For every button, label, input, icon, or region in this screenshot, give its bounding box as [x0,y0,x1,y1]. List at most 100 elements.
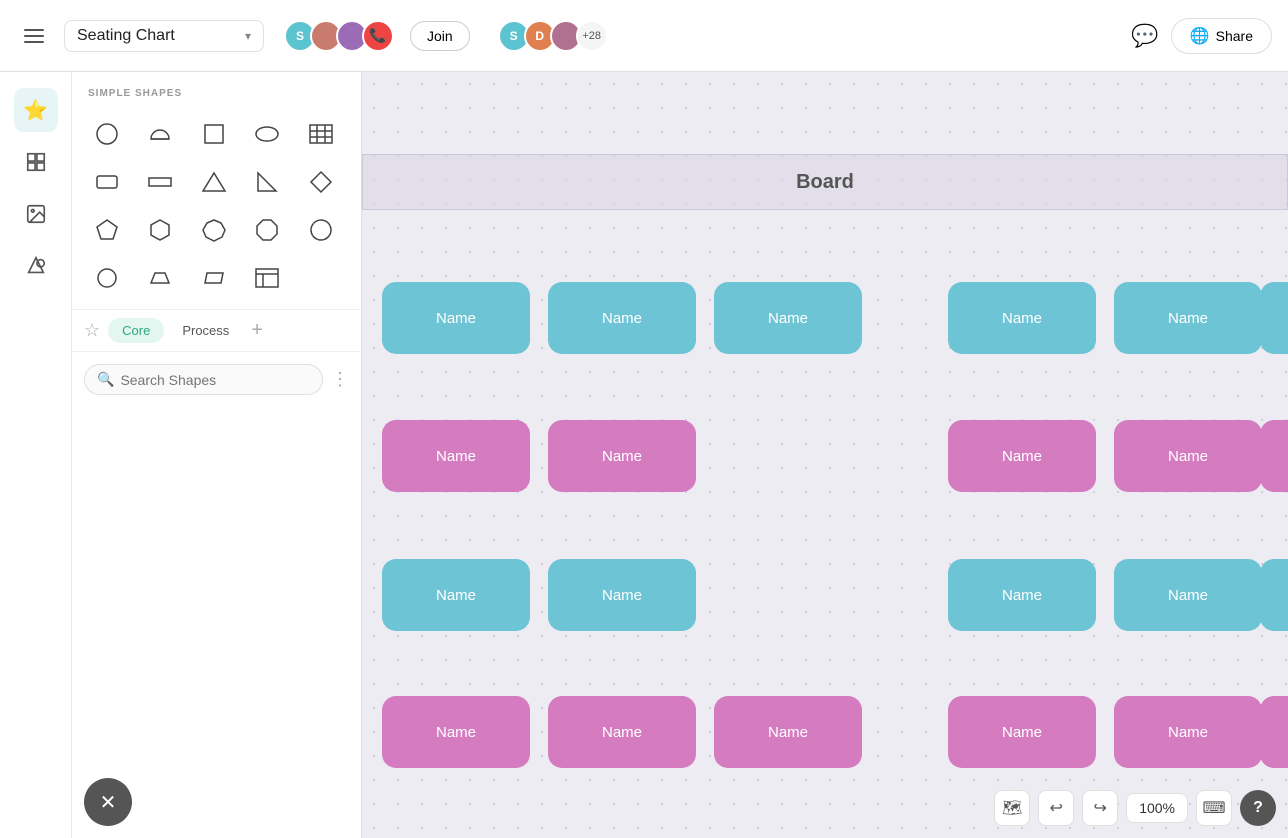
seat-card[interactable]: Name [548,282,696,354]
seat-card[interactable]: Name [382,420,530,492]
seat-card[interactable]: N [1260,282,1288,354]
join-button[interactable]: Join [410,21,470,51]
image-icon [25,203,47,225]
seat-card[interactable]: Name [1114,559,1262,631]
globe-icon: 🌐 [1190,26,1210,46]
map-icon: 🗺 [1002,798,1022,818]
sidebar-btn-image[interactable] [14,192,58,236]
seat-label: Name [436,448,476,465]
seat-label: Name [1168,724,1208,741]
seat-label: Name [1168,310,1208,327]
header: Seating Chart ▾ S 📞 Join S D +28 💬 🌐 Sha… [0,0,1288,72]
shape-square[interactable] [191,111,237,157]
shape-diamond[interactable] [298,159,344,205]
title-chevron-icon: ▾ [245,29,251,43]
seat-card[interactable]: Name [382,559,530,631]
shape-trapezoid[interactable] [137,255,183,301]
map-button[interactable]: 🗺 [994,790,1030,826]
left-sidebar: ⭐ [0,72,72,838]
search-box: 🔍 [84,364,323,395]
shape-octagon[interactable] [244,207,290,253]
search-input[interactable] [120,372,310,388]
undo-icon: ↩ [1049,798,1062,818]
keyboard-button[interactable]: ⌨ [1196,790,1232,826]
seat-card[interactable]: Name [548,420,696,492]
seat-card[interactable]: Name [714,696,862,768]
seat-card[interactable]: Name [548,696,696,768]
seat-label: Name [602,310,642,327]
star-icon: ⭐ [23,98,48,123]
seat-label: Name [1002,448,1042,465]
fab-close-button[interactable]: ✕ [84,778,132,826]
shape-half-circle[interactable] [137,111,183,157]
shape-rect-rounded[interactable] [84,159,130,205]
seat-card[interactable]: N [1260,696,1288,768]
sidebar-btn-star[interactable]: ⭐ [14,88,58,132]
seat-card[interactable]: Name [1114,420,1262,492]
share-button[interactable]: 🌐 Share [1171,18,1272,54]
seat-card[interactable]: Name [382,282,530,354]
seat-card[interactable]: Name [548,559,696,631]
shape-ellipse[interactable] [244,111,290,157]
seat-label: Name [602,587,642,604]
document-title: Seating Chart [77,27,239,45]
sidebar-btn-shapes[interactable] [14,244,58,288]
shape-pentagon[interactable] [84,207,130,253]
shape-hexagon[interactable] [137,207,183,253]
shape-data-table[interactable] [244,255,290,301]
seat-card[interactable]: Name [948,420,1096,492]
seat-card[interactable]: N [1260,559,1288,631]
title-area[interactable]: Seating Chart ▾ [64,20,264,52]
seat-label: Name [768,310,808,327]
shape-nonagon[interactable] [298,207,344,253]
search-area: 🔍 ⋮ [72,351,361,407]
shapes-panel: SIMPLE SHAPES [72,72,362,838]
undo-button[interactable]: ↩ [1038,790,1074,826]
avatar-phone: 📞 [362,20,394,52]
favorites-star-icon[interactable]: ☆ [84,320,100,341]
collaborators-group: S D +28 [498,20,608,52]
shape-circle-sm[interactable] [84,255,130,301]
seat-card[interactable]: N [1260,420,1288,492]
add-tab-icon[interactable]: + [251,319,263,342]
bottom-toolbar: 🗺 ↩ ↪ 100% ⌨ ? [994,790,1276,826]
seat-label: Name [436,587,476,604]
shape-triangle[interactable] [191,159,237,205]
tab-core[interactable]: Core [108,318,164,343]
seat-label: Name [1168,587,1208,604]
canvas-area[interactable]: Board Name Name Name Name Name N Name Na… [362,72,1288,838]
menu-button[interactable] [16,18,52,54]
shape-heptagon[interactable] [191,207,237,253]
seat-label: Name [602,448,642,465]
seat-card[interactable]: Name [948,696,1096,768]
zoom-level[interactable]: 100% [1126,793,1188,823]
shape-parallelogram[interactable] [191,255,237,301]
seat-label: Name [436,724,476,741]
collaborator-count: +28 [576,20,608,52]
shape-circle[interactable] [84,111,130,157]
seat-card[interactable]: Name [382,696,530,768]
chat-icon[interactable]: 💬 [1131,23,1158,49]
section-label: SIMPLE SHAPES [72,72,361,107]
seat-card[interactable]: Name [948,282,1096,354]
seat-card[interactable]: Name [1114,696,1262,768]
seat-card[interactable]: Name [1114,282,1262,354]
sidebar-btn-grid[interactable] [14,140,58,184]
seat-label: Name [1002,310,1042,327]
seat-card[interactable]: Name [714,282,862,354]
seat-card[interactable]: Name [948,559,1096,631]
shape-right-triangle[interactable] [244,159,290,205]
seat-label: Name [1168,448,1208,465]
more-options-icon[interactable]: ⋮ [331,369,349,390]
search-icon: 🔍 [97,371,114,388]
shape-rect-wide[interactable] [137,159,183,205]
tab-process[interactable]: Process [168,318,243,343]
seat-label: Name [436,310,476,327]
shape-table-grid[interactable] [298,111,344,157]
redo-icon: ↪ [1093,798,1106,818]
board-banner: Board [362,154,1288,210]
redo-button[interactable]: ↪ [1082,790,1118,826]
share-label: Share [1216,28,1253,44]
shapes-tabs: ☆ Core Process + [72,309,361,351]
help-button[interactable]: ? [1240,790,1276,826]
